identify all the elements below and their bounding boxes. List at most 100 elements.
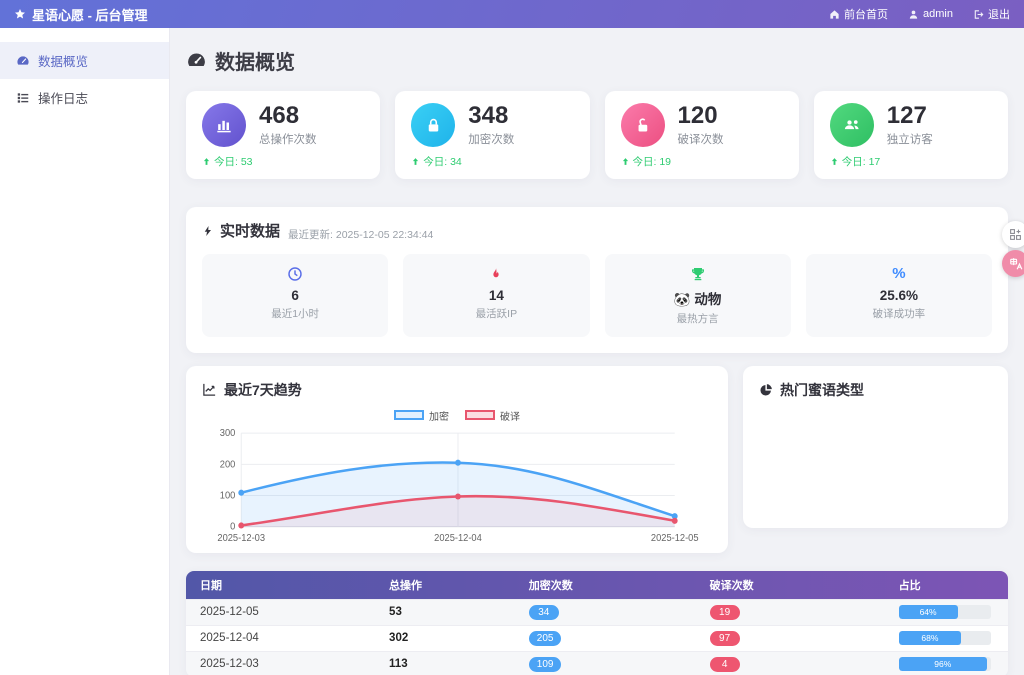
decrypt-badge: 19 (709, 604, 740, 620)
legend-label: 破译 (500, 411, 520, 423)
y-tick: 0 (230, 521, 235, 532)
decrypt-badge: 97 (709, 630, 740, 646)
hot-phrase-type-card: 热门蜜语类型 (743, 365, 1008, 528)
ratio-progress-fill: 64% (898, 605, 958, 620)
y-tick: 300 (220, 428, 236, 439)
lock-icon (411, 103, 456, 148)
daily-stats-table: 日期 总操作 加密次数 破译次数 占比 2025-12-05 53 34 19 … (186, 570, 1008, 675)
cell-date: 2025-12-04 (186, 624, 376, 652)
page-title-label: 数据概览 (215, 52, 295, 74)
nav-logout-link[interactable]: 退出 (973, 6, 1010, 22)
realtime-label: 破译成功率 (872, 307, 926, 320)
table-row[interactable]: 2025-12-05 53 34 19 64% (186, 598, 1008, 626)
ratio-progress: 96% (898, 657, 991, 672)
fire-icon (411, 266, 581, 282)
table-row[interactable]: 2025-12-03 113 109 4 96% (186, 650, 1008, 675)
stat-value: 120 (677, 102, 718, 129)
trophy-icon (613, 266, 783, 282)
home-icon (829, 9, 840, 20)
ratio-progress: 64% (898, 605, 991, 620)
arrow-up-icon (830, 157, 839, 166)
cell-date: 2025-12-05 (186, 598, 376, 626)
trend-line-chart[interactable]: 300 200 100 0 2025-12-03 2025-12-04 2025… (202, 425, 712, 545)
stat-today-label: 今日: 17 (841, 156, 881, 169)
arrow-up-icon (411, 157, 420, 166)
stat-label: 加密次数 (468, 134, 515, 147)
ratio-progress-fill: 68% (898, 631, 962, 646)
realtime-card-success-rate: % 25.6% 破译成功率 (805, 253, 992, 337)
pie-chart-icon (759, 383, 773, 397)
brand-title: 星语心愿 - 后台管理 (32, 7, 148, 23)
gauge-icon (16, 54, 30, 68)
bolt-icon (202, 224, 214, 238)
stat-card-unique-visitors: 127 独立访客 今日: 17 (813, 91, 1008, 180)
sidebar-item-data-overview[interactable]: 数据概览 (0, 42, 169, 79)
decrypt-badge: 4 (709, 656, 740, 672)
nav-user-link[interactable]: admin (908, 8, 953, 20)
list-icon (16, 91, 30, 105)
hot-phrase-type-title: 热门蜜语类型 (780, 381, 864, 398)
realtime-value: 25.6% (879, 287, 919, 303)
stat-today-label: 今日: 53 (214, 156, 253, 169)
realtime-value: 🐼 动物 (673, 291, 722, 307)
nav-home-link[interactable]: 前台首页 (829, 6, 888, 22)
stat-card-decrypt-count: 120 破译次数 今日: 19 (604, 91, 799, 180)
unlock-icon (620, 103, 665, 148)
sign-out-icon (973, 9, 984, 20)
chart-legend: 加密 破译 (202, 408, 712, 423)
realtime-card-hottest-dialect: 🐼 动物 最热方言 (604, 253, 791, 337)
x-tick: 2025-12-04 (434, 532, 482, 543)
col-header-encrypt: 加密次数 (528, 579, 573, 592)
clock-icon (210, 266, 380, 282)
percent-icon: % (892, 264, 906, 282)
x-tick: 2025-12-05 (651, 532, 699, 543)
encrypt-badge: 205 (528, 630, 562, 646)
brand: 星语心愿 - 后台管理 (14, 5, 148, 24)
table-row[interactable]: 2025-12-04 302 205 97 68% (186, 624, 1008, 652)
bar-chart-icon (202, 103, 246, 148)
grid-icon (1009, 228, 1022, 241)
sidebar-item-label: 数据概览 (38, 55, 89, 69)
realtime-value: 6 (291, 287, 299, 303)
sidebar: 数据概览 操作日志 (0, 28, 170, 675)
encrypt-badge: 109 (528, 656, 562, 672)
legend-item-decrypt[interactable]: 破译 (465, 408, 520, 423)
stat-value: 127 (886, 102, 927, 129)
realtime-label: 最近1小时 (271, 307, 320, 320)
stat-value: 348 (468, 102, 509, 129)
stat-today-label: 今日: 34 (423, 156, 462, 169)
sidebar-item-operation-log[interactable]: 操作日志 (0, 79, 169, 116)
navbar-links: 前台首页 admin 退出 (829, 6, 1010, 22)
floating-grid-button[interactable] (1002, 221, 1024, 248)
chart-line-icon (202, 382, 217, 397)
stat-card-total-operations: 468 总操作次数 今日: 53 (186, 91, 381, 180)
translate-icon (1009, 257, 1023, 271)
stat-cards-row: 468 总操作次数 今日: 53 348 加密次数 今日: 34 120 破译次… (186, 91, 1008, 180)
realtime-updated-timestamp: 最近更新: 2025-12-05 22:34:44 (288, 228, 434, 241)
trend-chart-title: 最近7天趋势 (224, 381, 302, 398)
floating-translate-button[interactable] (1002, 250, 1024, 277)
ratio-progress: 68% (898, 631, 991, 646)
user-icon (908, 9, 919, 20)
star-icon (14, 8, 26, 20)
stat-label: 独立访客 (886, 134, 933, 147)
cell-total: 113 (375, 650, 515, 675)
table-header-row: 日期 总操作 加密次数 破译次数 占比 (186, 570, 1008, 600)
cell-date: 2025-12-03 (186, 650, 376, 675)
page-title: 数据概览 (186, 46, 1008, 75)
cell-total: 302 (375, 624, 515, 652)
col-header-decrypt: 破译次数 (709, 579, 754, 592)
legend-item-encrypt[interactable]: 加密 (394, 408, 449, 423)
daily-stats-table-card: 日期 总操作 加密次数 破译次数 占比 2025-12-05 53 34 19 … (186, 570, 1008, 675)
encrypt-badge: 34 (528, 604, 559, 620)
realtime-label: 最热方言 (676, 312, 719, 325)
realtime-card-most-active-ip: 14 最活跃IP (403, 253, 590, 337)
arrow-up-icon (621, 157, 630, 166)
nav-logout-label: 退出 (988, 9, 1010, 21)
stat-today-label: 今日: 19 (632, 156, 672, 169)
users-icon (829, 103, 874, 148)
stat-label: 总操作次数 (259, 134, 317, 147)
stat-card-encrypt-count: 348 加密次数 今日: 34 (395, 91, 590, 180)
realtime-title: 实时数据 (220, 223, 281, 241)
y-tick: 200 (220, 459, 236, 470)
